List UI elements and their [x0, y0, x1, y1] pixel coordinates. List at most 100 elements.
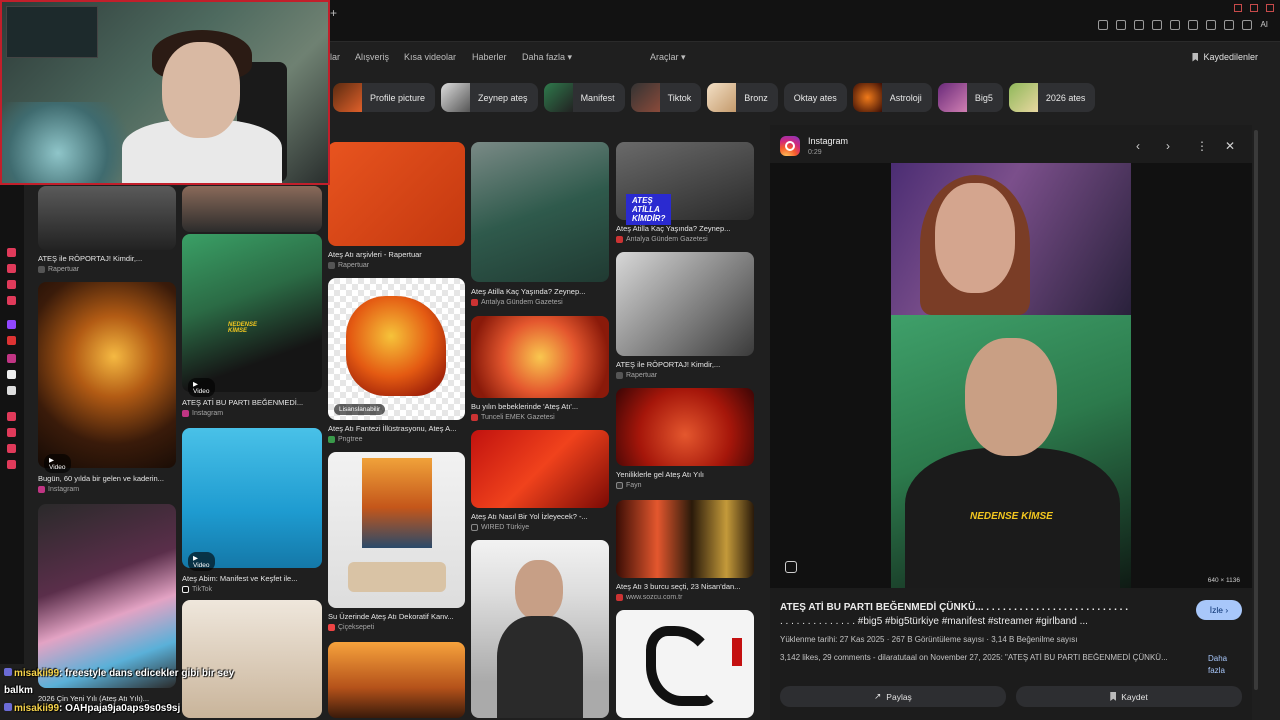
result-caption: ATEŞ ile RÖPORTAJ! Kimdir,...: [38, 254, 143, 263]
chip-thumb: [543, 83, 573, 112]
chip-thumb: [441, 83, 471, 112]
scrollbar[interactable]: [1254, 130, 1258, 690]
extension-icon[interactable]: [1206, 20, 1217, 30]
chip-thumb: [852, 83, 882, 112]
zoom-icon[interactable]: [1098, 20, 1109, 30]
result-image: [616, 388, 754, 466]
sofa-shape: [348, 562, 446, 592]
instagram-icon: [780, 136, 800, 156]
source-label: Rapertuar: [48, 266, 80, 273]
result-caption: Ateş Atilla Kaç Yaşında? Zeynep...: [471, 287, 586, 296]
new-tab-button[interactable]: +: [330, 6, 337, 20]
chat-icon[interactable]: [1188, 20, 1199, 30]
source-label: Tunceli EMEK Gazetesi: [481, 414, 555, 421]
result-source: TikTok: [182, 586, 212, 593]
sidebar-icon[interactable]: [7, 280, 16, 289]
favicon-icon: [616, 372, 623, 379]
close-icon[interactable]: ✕: [1225, 139, 1235, 153]
tab-icon[interactable]: [1134, 20, 1145, 30]
download-icon[interactable]: [1224, 20, 1235, 30]
chat-username: misakii99: [14, 668, 60, 679]
result-caption: Ateş Atı Nasıl Bir Yol İzleyecek? -...: [471, 512, 588, 521]
tiktok-icon[interactable]: [7, 370, 16, 379]
sidebar-icon[interactable]: [7, 296, 16, 305]
watch-button[interactable]: İzle ›: [1196, 600, 1242, 620]
chip-thumb: [333, 83, 362, 112]
maximize-icon[interactable]: [1250, 4, 1258, 12]
result-image: [182, 428, 322, 568]
favicon-icon: [471, 524, 478, 531]
chip-tiktok[interactable]: Tiktok: [630, 83, 702, 112]
result-caption: Ateş Atı Fantezi İllüstrasyonu, Ateş A..…: [328, 424, 457, 433]
chip-2026-ates[interactable]: 2026 ates: [1008, 83, 1096, 112]
chip-label: Astroloji: [889, 92, 922, 103]
nav-images[interactable]: lar: [330, 52, 340, 62]
source-label: Antalya Gündem Gazetesi: [626, 236, 708, 243]
chip-big5[interactable]: Big5: [937, 83, 1003, 112]
result-source: WIRED Türkiye: [471, 524, 529, 531]
youtube-icon[interactable]: [7, 336, 16, 345]
chip-manifest[interactable]: Manifest: [543, 83, 625, 112]
nav-short-videos[interactable]: Kısa videolar: [404, 52, 456, 62]
result-caption: Bu yılın bebeklerinde 'Ateş Atı'...: [471, 402, 579, 411]
nav-more[interactable]: Daha fazla ▾: [522, 52, 572, 63]
chat-message: misakii99: freestyle dans edicekler gibi…: [4, 668, 234, 679]
chip-label: 2026 ates: [1045, 92, 1086, 103]
chip-oktay-ates[interactable]: Oktay ates: [783, 83, 847, 112]
viewer-title[interactable]: ATEŞ ATİ BU PARTI BEĞENMEDİ ÇÜNKÜ... . .…: [780, 601, 1190, 629]
result-image: [182, 186, 322, 232]
canvas-art: [362, 458, 432, 548]
share-icon: ↗: [874, 691, 882, 701]
nav-shopping[interactable]: Alışveriş: [355, 52, 389, 62]
chip-zeynep-ates[interactable]: Zeynep ateş: [441, 83, 538, 112]
result-caption: Ateş Atilla Kaç Yaşında? Zeynep...: [616, 224, 731, 233]
instagram-icon[interactable]: [7, 354, 16, 363]
close-window-icon[interactable]: [1266, 4, 1274, 12]
chat-text: : OAHpaja9ja0aps9s0s9sj: [59, 703, 181, 714]
settings-icon[interactable]: [1242, 20, 1253, 30]
result-source: Tunceli EMEK Gazetesi: [471, 414, 555, 421]
save-button[interactable]: Kaydet: [1016, 686, 1242, 707]
viewer-media[interactable]: NEDENSE KİMSE 640 × 1136: [770, 163, 1252, 588]
chat-text: balkm: [4, 685, 33, 696]
twitch-icon[interactable]: [7, 320, 16, 329]
video-badge: ▶ Video: [44, 454, 71, 473]
heart-icon[interactable]: [1170, 20, 1181, 30]
chip-profile-picture[interactable]: Profile picture: [333, 83, 436, 112]
sidebar-icon[interactable]: [7, 248, 16, 257]
sidebar-icon[interactable]: [7, 444, 16, 453]
viewer-source[interactable]: Instagram: [808, 136, 848, 146]
sidebar-icon[interactable]: [7, 412, 16, 421]
source-label: Instagram: [192, 410, 224, 417]
search-icon[interactable]: [1116, 20, 1127, 30]
nav-news[interactable]: Haberler: [472, 52, 507, 62]
chip-thumb: [937, 83, 967, 112]
chip-bronz[interactable]: Bronz: [707, 83, 778, 112]
prev-icon[interactable]: ‹: [1136, 139, 1140, 153]
saved-button[interactable]: Kaydedilenler: [1192, 52, 1258, 62]
x-icon[interactable]: [7, 386, 16, 395]
bookmark-icon: [1110, 692, 1117, 701]
play-icon[interactable]: [1152, 20, 1163, 30]
image-viewer-panel: Instagram 0:29 ‹ › ⋮ ✕ NEDENSE KİMSE 640…: [770, 125, 1252, 720]
wall-poster: [6, 6, 98, 58]
favicon-icon: [616, 236, 623, 243]
nav-tools[interactable]: Araçlar ▾: [650, 52, 686, 63]
chat-badge-icon: [4, 668, 12, 676]
next-icon[interactable]: ›: [1166, 139, 1170, 153]
more-link[interactable]: Daha fazla: [1208, 653, 1238, 677]
lens-icon[interactable]: [785, 561, 797, 573]
chat-message: balkm: [4, 685, 33, 696]
ai-button[interactable]: AI: [1260, 20, 1268, 30]
sidebar-icon[interactable]: [7, 264, 16, 273]
chip-astroloji[interactable]: Astroloji: [852, 83, 932, 112]
sidebar-icon[interactable]: [7, 460, 16, 469]
share-button[interactable]: ↗ Paylaş: [780, 686, 1006, 707]
minimize-icon[interactable]: [1234, 4, 1242, 12]
chat-message: misakii99: OAHpaja9ja0aps9s0s9sj: [4, 703, 180, 714]
result-source: Rapertuar: [38, 266, 79, 273]
more-options-icon[interactable]: ⋮: [1196, 139, 1208, 153]
sidebar-icon[interactable]: [7, 428, 16, 437]
source-label: Fayn: [626, 482, 642, 489]
favicon-icon: [328, 624, 335, 631]
